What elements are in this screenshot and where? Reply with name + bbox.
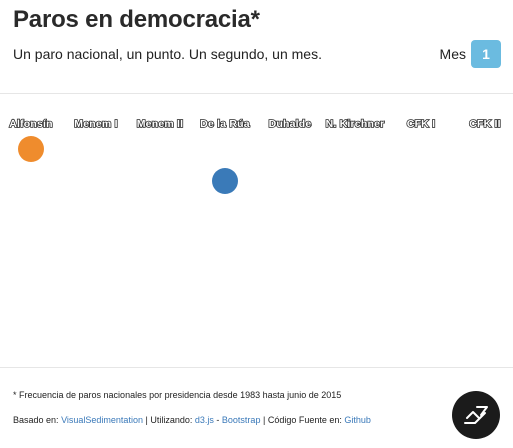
based-on-label: Basado en: [13, 415, 59, 425]
visualsedimentation-link[interactable]: VisualSedimentation [61, 415, 143, 425]
page-subtitle: Un paro nacional, un punto. Un segundo, … [13, 46, 322, 62]
header: Paros en democracia* Un paro nacional, u… [0, 0, 513, 94]
github-link[interactable]: Github [344, 415, 371, 425]
separator: | [262, 415, 266, 425]
presidency-label: N. Kirchner [326, 118, 385, 130]
presidency-label: Duhalde [269, 118, 312, 130]
page-title: Paros en democracia* [13, 6, 260, 33]
footer: * Frecuencia de paros nacionales por pre… [0, 367, 513, 448]
strike-point [18, 136, 44, 162]
presidency-label: CFK II [469, 118, 501, 130]
month-counter: Mes 1 [440, 40, 501, 68]
sedimentation-chart: Alfonsín Menem I Menem II De la Rúa Duhalde N… [0, 95, 513, 367]
month-label: Mes [439, 46, 466, 62]
presidency-label: Menem II [137, 118, 184, 130]
logo-button[interactable] [452, 391, 500, 439]
chart-canvas: Alfonsín Menem I Menem II De la Rúa Duhalde N… [8, 117, 501, 194]
bootstrap-link[interactable]: Bootstrap [222, 415, 261, 425]
credits: Basado en: VisualSedimentation | Utiliza… [13, 415, 371, 425]
dash: - [216, 415, 220, 425]
page: Paros en democracia* Un paro nacional, u… [0, 0, 513, 448]
separator: | [145, 415, 148, 425]
using-label: Utilizando: [150, 415, 193, 425]
footnote: * Frecuencia de paros nacionales por pre… [13, 390, 342, 400]
month-badge[interactable]: 1 [471, 40, 501, 68]
presidency-label: De la Rúa [200, 118, 250, 130]
source-label: Código Fuente en: [267, 415, 342, 425]
logo-icon [464, 406, 488, 424]
presidency-label: Alfonsín [9, 118, 53, 130]
d3-link[interactable]: d3.js [195, 415, 214, 425]
presidency-label: Menem I [74, 118, 117, 130]
strike-point [212, 168, 238, 194]
presidency-label: CFK I [407, 118, 435, 130]
